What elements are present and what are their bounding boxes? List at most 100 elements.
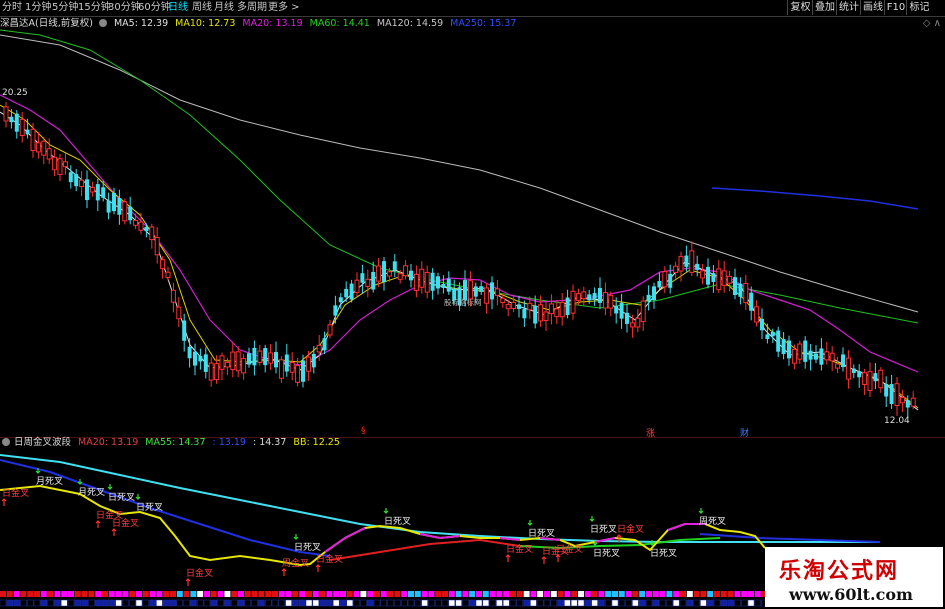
- signal-cell: [632, 591, 639, 597]
- candle-body: [436, 276, 440, 289]
- signal-cell: [428, 591, 435, 597]
- event-marker[interactable]: §: [361, 426, 366, 436]
- signal-label: 日金叉: [617, 523, 644, 535]
- up-arrow-icon: [616, 534, 622, 542]
- signal-cell: [441, 599, 449, 607]
- signal-label: 周死叉: [699, 516, 726, 527]
- candle-body: [819, 348, 824, 365]
- signal-cell: [183, 591, 190, 597]
- signal-cell: [346, 591, 353, 597]
- candle-body: [371, 271, 376, 290]
- candle-body: [311, 353, 316, 368]
- ind-ma55-value: MA55: 14.37: [145, 437, 206, 448]
- signal-cell: [564, 591, 571, 597]
- signal-cell: [652, 591, 659, 597]
- indicator-name[interactable]: 日周金叉波段: [14, 437, 71, 448]
- signal-label: 月死叉: [78, 487, 105, 498]
- candle-body: [403, 265, 409, 277]
- signal-cell: [230, 599, 238, 607]
- signal-cell: [414, 591, 421, 597]
- candle-body: [85, 179, 89, 201]
- candle-body: [749, 292, 754, 311]
- candle-body: [533, 305, 538, 324]
- candle-body: [386, 271, 392, 277]
- candle-body: [419, 268, 425, 288]
- signal-cell: [190, 599, 197, 607]
- signal-cell: [224, 599, 231, 607]
- ma10-line: [0, 104, 919, 409]
- signal-cell: [360, 599, 367, 607]
- candle-body: [446, 278, 451, 292]
- candle-body: [587, 294, 592, 301]
- signal-cell: [700, 591, 707, 597]
- signal-cell: [81, 591, 88, 597]
- signal-cell: [197, 591, 204, 597]
- settings-icon[interactable]: [2, 438, 10, 446]
- candle-body: [824, 351, 830, 361]
- candle-body: [845, 357, 851, 380]
- signal-cell: [27, 591, 34, 597]
- candle-body: [570, 290, 576, 314]
- signal-cell: [754, 599, 762, 607]
- signal-cell: [108, 599, 116, 607]
- signal-cell: [251, 591, 258, 597]
- logo-title: 乐淘公式网: [779, 558, 900, 584]
- candle-body: [295, 365, 301, 383]
- signal-cell: [673, 591, 680, 597]
- signal-cell: [40, 591, 47, 597]
- down-arrow-icon: [135, 494, 141, 500]
- candle-body: [112, 192, 116, 212]
- indicator-info-line: 日周金叉波段 MA20: 13.19 MA55: 14.37 : 13.19 :…: [0, 437, 344, 449]
- candle-body: [522, 308, 527, 319]
- signal-cell: [564, 599, 571, 607]
- signal-cell: [720, 591, 727, 597]
- candle-body: [602, 292, 608, 309]
- signal-cell: [238, 591, 244, 597]
- signal-cell: [679, 599, 687, 607]
- signal-cell: [244, 591, 251, 597]
- signal-cell: [727, 599, 734, 607]
- candle-body: [19, 118, 25, 137]
- signal-cell: [237, 599, 245, 607]
- site-logo: 乐淘公式网 www.60lt.com: [765, 547, 943, 607]
- down-arrow-icon: [527, 520, 533, 526]
- candle-body: [133, 219, 139, 226]
- candle-body: [673, 265, 679, 273]
- signal-cell: [414, 599, 422, 607]
- candles: [3, 101, 916, 418]
- signal-label: 月死叉: [36, 476, 63, 487]
- candle-body: [598, 288, 602, 303]
- signal-cell: [659, 591, 666, 597]
- candle-body: [278, 359, 284, 379]
- candle-body: [305, 356, 311, 372]
- up-arrow-icon: [185, 578, 191, 586]
- candle-body: [878, 369, 884, 389]
- signal-cell: [20, 599, 27, 607]
- candle-body: [322, 338, 327, 351]
- candle-body: [608, 294, 614, 309]
- candle-body: [263, 348, 268, 366]
- signal-cell: [557, 591, 564, 597]
- signal-cell: [666, 591, 673, 597]
- candle-body: [554, 308, 560, 318]
- candle-body: [441, 283, 446, 288]
- candle-body: [899, 396, 905, 404]
- signal-cell: [645, 599, 653, 607]
- signal-cell: [530, 599, 537, 607]
- signal-label: 日金叉: [96, 509, 123, 521]
- candle-body: [333, 305, 338, 316]
- candle-body: [144, 227, 149, 232]
- candlestick-chart[interactable]: [0, 0, 945, 437]
- signal-cell: [550, 591, 557, 597]
- bb-value: BB: 12.25: [293, 437, 340, 448]
- candle-body: [241, 358, 247, 374]
- high-price-label: 20.25: [2, 88, 28, 98]
- signal-cell: [748, 591, 754, 597]
- signal-cell: [591, 599, 598, 607]
- signal-cell: [476, 591, 482, 597]
- candle-body: [527, 302, 533, 311]
- candle-body: [711, 273, 716, 283]
- signal-cell: [570, 599, 578, 607]
- magenta-segments: [324, 523, 705, 553]
- signal-cell: [754, 591, 761, 597]
